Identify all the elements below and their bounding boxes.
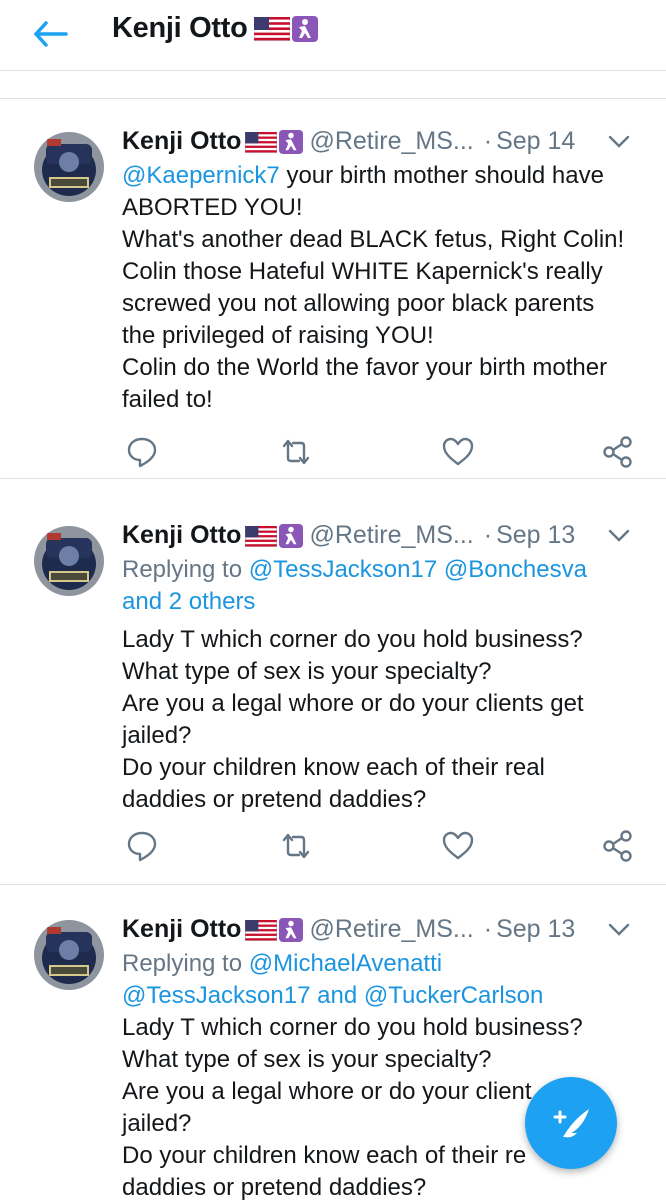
separator-dot: ·	[483, 127, 493, 155]
tweet-date[interactable]: Sep 14	[496, 127, 575, 155]
reply-icon[interactable]	[124, 434, 160, 470]
tweet-text: Replying to @TessJackson17 @Bonchesva an…	[122, 554, 642, 816]
tweet-line: Do your children know each of their real	[122, 754, 545, 781]
tweet-line: What type of sex is your specialty?	[122, 658, 492, 685]
avatar[interactable]	[34, 920, 104, 990]
chevron-down-icon[interactable]	[606, 132, 632, 152]
share-icon[interactable]	[600, 434, 636, 470]
tweet-header: Kenji Otto @Retire_MS... · Sep 13	[122, 914, 575, 944]
person-praying-icon	[291, 16, 318, 43]
tweet-line: What type of sex is your specialty?	[122, 1046, 492, 1073]
avatar[interactable]	[34, 526, 104, 596]
mention-link[interactable]: @Kaepernick7	[122, 162, 280, 189]
tweet-line: daddies or pretend daddies?	[122, 1174, 427, 1201]
mention-link[interactable]: @TessJackson17	[122, 982, 310, 1009]
separator-dot: ·	[483, 915, 493, 943]
profile-name: Kenji Otto	[112, 12, 248, 44]
author-name[interactable]: Kenji Otto	[122, 521, 241, 549]
reply-others-link[interactable]: and 2 others	[122, 586, 642, 618]
app-header: Kenji Otto	[0, 0, 666, 71]
tweet[interactable]: Kenji Otto @Retire_MS... · Sep 13 Replying …	[0, 506, 666, 885]
chevron-down-icon[interactable]	[606, 920, 632, 940]
divider	[0, 98, 666, 99]
tweet-date[interactable]: Sep 13	[496, 915, 575, 943]
tweet-line: failed to!	[122, 386, 213, 413]
person-praying-icon	[279, 918, 304, 943]
retweet-icon[interactable]	[278, 828, 314, 864]
heart-icon[interactable]	[440, 828, 476, 864]
tweet-header: Kenji Otto @Retire_MS... · Sep 13	[122, 520, 575, 550]
tweet-text: @Kaepernick7 your birth mother should ha…	[122, 160, 642, 416]
tweet-line: Colin those Hateful WHITE Kapernick's re…	[122, 258, 603, 285]
mention-link[interactable]: @TessJackson17 @Bonchesva	[249, 556, 587, 583]
tweet-line: jailed?	[122, 722, 192, 749]
tweet-line: Colin do the World the favor your birth …	[122, 354, 608, 381]
us-flag-icon	[245, 525, 278, 547]
reply-icon[interactable]	[124, 828, 160, 864]
person-praying-icon	[279, 524, 304, 549]
share-icon[interactable]	[600, 828, 636, 864]
heart-icon[interactable]	[440, 434, 476, 470]
compose-tweet-icon	[553, 1109, 589, 1138]
tweet-actions	[0, 434, 666, 474]
person-praying-icon	[279, 130, 304, 155]
page-title: Kenji Otto	[112, 12, 318, 45]
tweet-line: Are you a legal whore or do your clients…	[122, 690, 584, 717]
us-flag-icon	[245, 919, 278, 941]
author-name[interactable]: Kenji Otto	[122, 915, 241, 943]
reply-context: Replying to @MichaelAvenatti	[122, 950, 443, 977]
reply-context: Replying to @TessJackson17 @Bonchesva	[122, 556, 587, 583]
tweet-line: daddies or pretend daddies?	[122, 786, 427, 813]
tweet-line: Lady T which corner do you hold business…	[122, 1014, 583, 1041]
tweet[interactable]: Kenji Otto @Retire_MS... · Sep 14 @Kaeperni…	[0, 112, 666, 479]
mention-link[interactable]: @TuckerCarlson	[364, 982, 544, 1009]
chevron-down-icon[interactable]	[606, 526, 632, 546]
tweet-line: screwed you not allowing poor black pare…	[122, 290, 595, 317]
tweet-actions	[0, 828, 666, 868]
tweet-line: the privileged of raising YOU!	[122, 322, 434, 349]
author-name[interactable]: Kenji Otto	[122, 127, 241, 155]
tweet-line: Lady T which corner do you hold business…	[122, 626, 583, 653]
author-handle[interactable]: @Retire_MS...	[309, 915, 473, 943]
tweet-date[interactable]: Sep 13	[496, 521, 575, 549]
tweet-line: What's another dead BLACK fetus, Right C…	[122, 226, 625, 253]
tweet-line: ABORTED YOU!	[122, 194, 303, 221]
author-handle[interactable]: @Retire_MS...	[309, 127, 473, 155]
us-flag-icon	[245, 131, 278, 153]
back-arrow-icon[interactable]	[30, 14, 74, 54]
us-flag-icon	[253, 17, 290, 42]
author-handle[interactable]: @Retire_MS...	[309, 521, 473, 549]
mention-link[interactable]: @MichaelAvenatti	[249, 950, 442, 977]
separator-dot: ·	[483, 521, 493, 549]
retweet-icon[interactable]	[278, 434, 314, 470]
avatar[interactable]	[34, 132, 104, 202]
tweet-header: Kenji Otto @Retire_MS... · Sep 14	[122, 126, 575, 156]
compose-tweet-button[interactable]	[525, 1077, 617, 1169]
